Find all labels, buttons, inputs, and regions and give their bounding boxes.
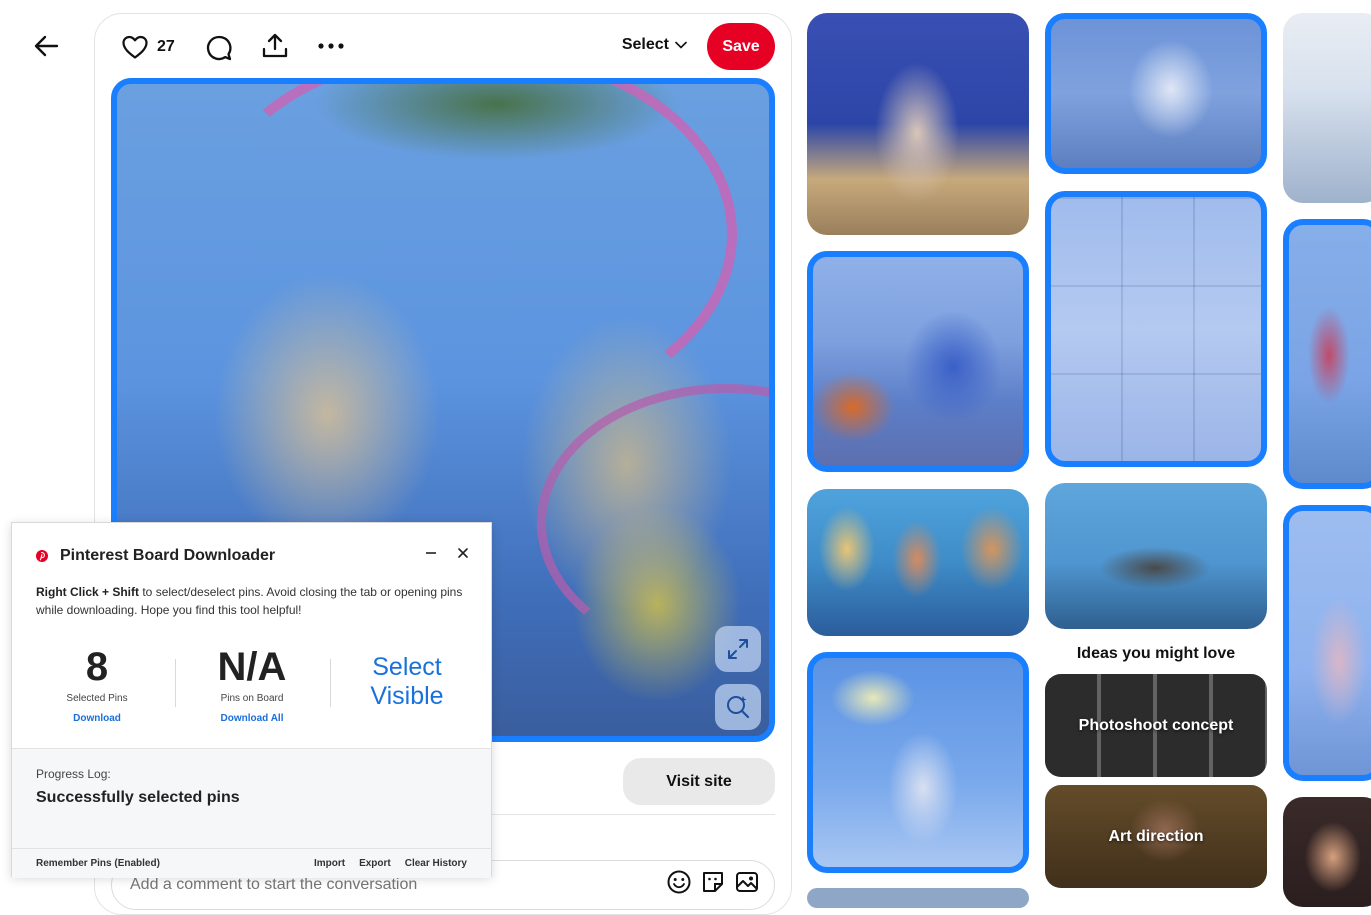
grid-pin-image[interactable] <box>807 888 1029 908</box>
panel-instructions: Right Click + Shift to select/deselect p… <box>36 583 476 619</box>
minimize-icon <box>426 552 436 554</box>
download-all-link[interactable]: Download All <box>221 713 284 724</box>
grid-pin-image[interactable] <box>807 489 1029 636</box>
progress-log: Progress Log: Successfully selected pins <box>12 748 491 849</box>
grid-pin-image[interactable] <box>1283 13 1371 203</box>
instructions-shortcut: Right Click + Shift <box>36 585 140 599</box>
board-select-dropdown[interactable]: Select <box>622 36 687 54</box>
sticker-icon[interactable] <box>700 869 726 895</box>
grid-pin-image-selected[interactable] <box>1045 191 1267 467</box>
grid-pin-image[interactable] <box>1283 797 1371 907</box>
clear-history-button[interactable]: Clear History <box>405 858 467 869</box>
grid-pin-image-selected[interactable] <box>1045 13 1267 174</box>
grid-pin-image-selected[interactable] <box>807 652 1029 873</box>
pinterest-logo-icon <box>36 550 48 562</box>
selected-label: Selected Pins <box>66 693 128 704</box>
progress-label: Progress Log: <box>36 767 111 781</box>
stat-divider <box>175 659 176 707</box>
idea-tile-art-direction[interactable]: Art direction <box>1045 785 1267 888</box>
remember-pins-toggle[interactable]: Remember Pins (Enabled) <box>36 858 160 869</box>
export-button[interactable]: Export <box>359 858 391 869</box>
back-arrow-icon <box>34 35 59 57</box>
comment-icon <box>206 35 232 61</box>
visual-search-icon <box>727 696 750 719</box>
grid-pin-image[interactable] <box>807 13 1029 235</box>
download-link[interactable]: Download <box>73 713 121 724</box>
expand-icon <box>728 639 748 659</box>
pin-toolbar: 27 Select Save <box>95 14 791 78</box>
footer-actions: Import Export Clear History <box>314 858 467 869</box>
ideas-heading: Ideas you might love <box>1076 645 1236 662</box>
visual-search-button[interactable] <box>715 684 761 730</box>
selected-pins-stat: 8 Selected Pins Download <box>32 643 162 726</box>
minimize-button[interactable] <box>421 543 441 563</box>
back-button[interactable] <box>28 28 64 64</box>
board-downloader-panel: Pinterest Board Downloader Right Click +… <box>11 522 492 878</box>
close-button[interactable] <box>453 543 473 563</box>
share-icon <box>262 33 288 58</box>
board-pins-stat: N/A Pins on Board Download All <box>187 643 317 726</box>
more-options-button[interactable] <box>317 34 345 58</box>
save-button[interactable]: Save <box>707 23 775 70</box>
board-select-label: Select <box>621 36 669 53</box>
close-icon <box>458 548 468 558</box>
select-visible-button[interactable]: Select Visible <box>352 653 462 711</box>
panel-title: Pinterest Board Downloader <box>60 547 276 564</box>
grid-pin-image-selected[interactable] <box>807 251 1029 472</box>
grid-pin-image-selected[interactable] <box>1283 219 1371 489</box>
coaster-track-shape <box>537 384 769 662</box>
board-count: N/A <box>217 645 287 689</box>
coaster-track-shape <box>197 84 737 424</box>
board-label: Pins on Board <box>220 693 284 704</box>
chevron-down-icon <box>675 41 687 49</box>
heart-icon <box>122 35 148 59</box>
visit-site-button[interactable]: Visit site <box>623 758 775 805</box>
panel-footer: Remember Pins (Enabled) Import Export Cl… <box>12 848 491 878</box>
comment-button[interactable] <box>205 34 233 62</box>
image-icon[interactable] <box>734 869 760 895</box>
emoji-icon[interactable] <box>666 869 692 895</box>
more-icon <box>318 43 344 49</box>
stat-divider <box>330 659 331 707</box>
like-button[interactable]: 27 <box>121 34 175 60</box>
import-button[interactable]: Import <box>314 858 345 869</box>
progress-message: Successfully selected pins <box>36 789 240 806</box>
grid-pin-image[interactable] <box>1045 483 1267 629</box>
selected-count: 8 <box>85 645 109 689</box>
idea-tile-photoshoot[interactable]: Photoshoot concept <box>1045 674 1267 777</box>
idea-label: Art direction <box>1108 827 1204 845</box>
grid-pin-image-selected[interactable] <box>1283 505 1371 781</box>
like-count: 27 <box>157 38 175 55</box>
idea-label: Photoshoot concept <box>1078 716 1234 734</box>
share-button[interactable] <box>261 32 289 60</box>
comment-actions <box>666 869 760 895</box>
expand-image-button[interactable] <box>715 626 761 672</box>
panel-header: Pinterest Board Downloader <box>36 547 275 565</box>
